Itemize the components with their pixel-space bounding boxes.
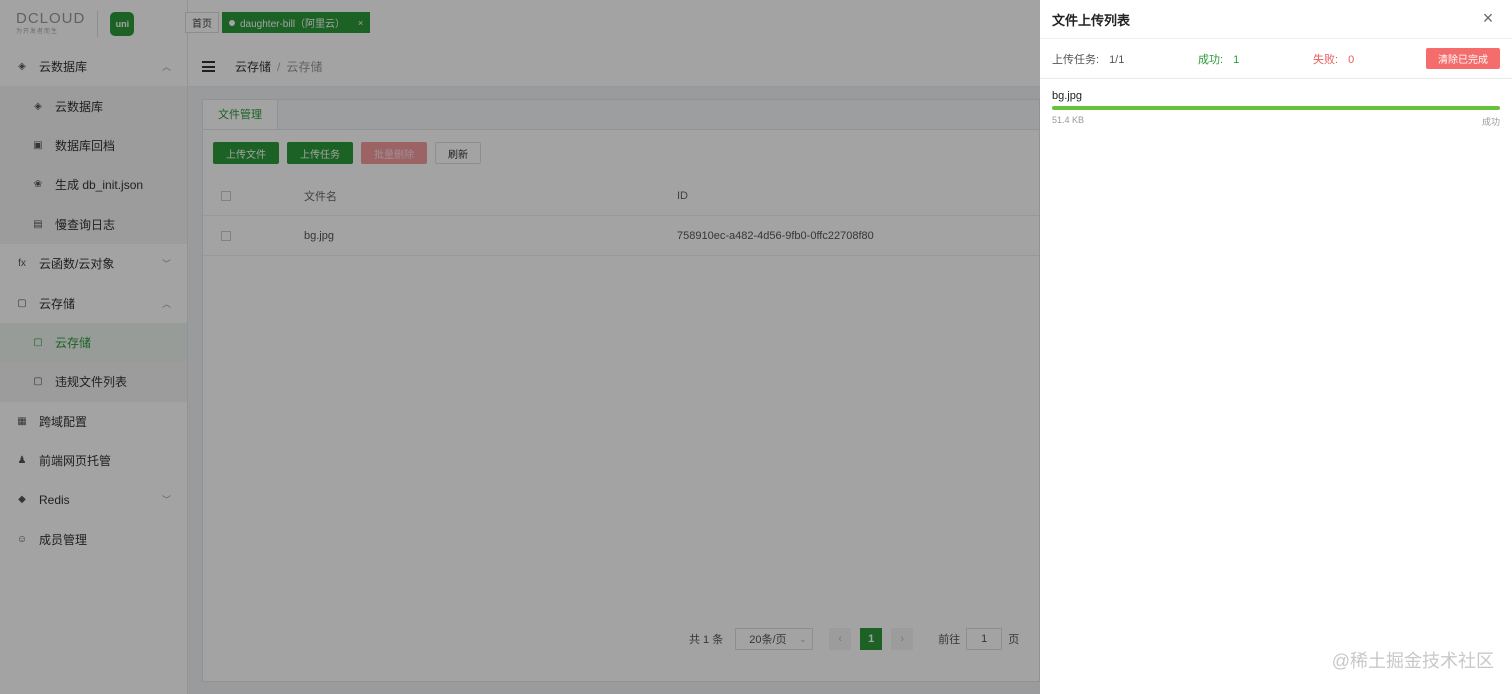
stat-total-value: 1/1 [1109,53,1125,66]
upload-file-status: 成功 [1481,117,1500,127]
upload-file-meta: 51.4 KB 成功 [1052,115,1500,128]
stat-total-label: 上传任务: [1052,53,1100,66]
stat-failed-label: 失败: [1313,53,1339,66]
upload-file-name: bg.jpg [1052,90,1082,102]
upload-stats: 上传任务: 1/1 成功: 1 失败: 0 清除已完成 [1040,39,1512,79]
stat-failed: 失败: 0 [1313,51,1354,67]
watermark: @稀土掘金技术社区 [1331,651,1494,671]
upload-file-size: 51.4 KB [1052,115,1085,125]
stat-success-value: 1 [1233,53,1240,66]
upload-list-drawer: 文件上传列表 × 上传任务: 1/1 成功: 1 失败: 0 清除已完成 bg.jpg… [1040,0,1512,694]
clear-completed-button[interactable]: 清除已完成 [1426,48,1500,69]
stat-success-label: 成功: [1198,53,1224,66]
drawer-header: 文件上传列表 [1040,0,1512,39]
stat-success: 成功: 1 [1198,51,1239,67]
modal-overlay[interactable] [0,0,1040,694]
upload-progress-fill [1052,106,1500,110]
close-icon[interactable]: × [1480,9,1496,27]
stat-failed-value: 0 [1348,53,1355,66]
drawer-title: 文件上传列表 [1052,12,1131,28]
upload-progress-bar [1052,106,1500,110]
upload-file-item: bg.jpg 51.4 KB 成功 [1052,90,1500,128]
stat-total: 上传任务: 1/1 [1052,51,1124,67]
